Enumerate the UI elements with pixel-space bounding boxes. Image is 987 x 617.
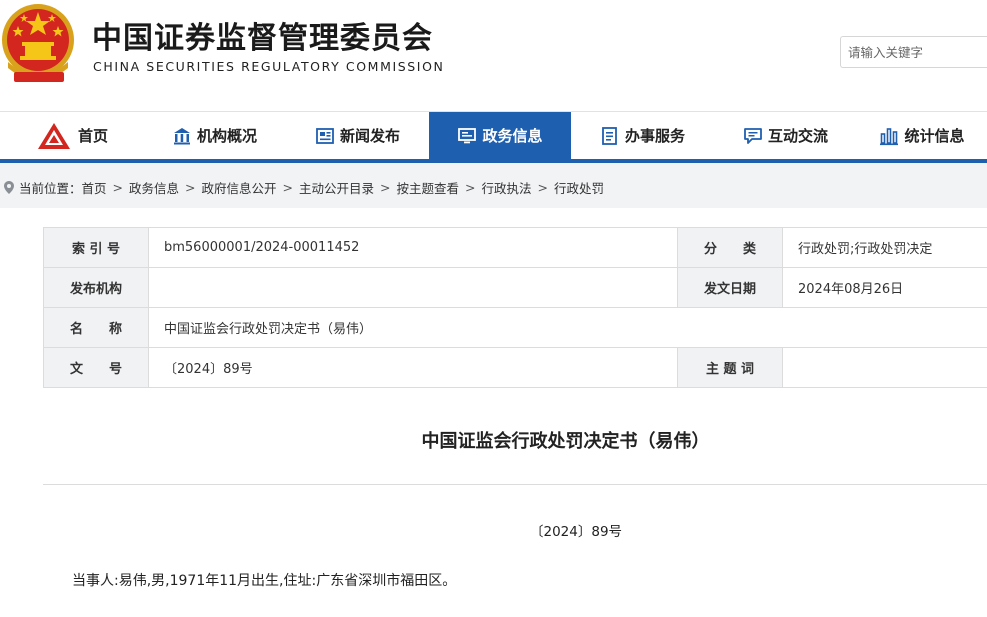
breadcrumb-separator: > xyxy=(185,180,196,195)
breadcrumb-item[interactable]: 主动公开目录 xyxy=(299,178,374,197)
csrc-logo-icon xyxy=(37,122,70,149)
nav-label: 统计信息 xyxy=(904,127,965,145)
site-header: 中国证券监督管理委员会 CHINA SECURITIES REGULATORY … xyxy=(0,0,987,112)
issuer-label: 发布机构 xyxy=(43,267,149,308)
document-number-label: 文 号 xyxy=(43,347,149,388)
nav-item-news[interactable]: 新闻发布 xyxy=(286,112,429,159)
breadcrumb-bar: 当前位置： 首页 > 政务信息 > 政府信息公开 > 主动公开目录 > 按主题查… xyxy=(0,163,987,208)
breadcrumb-separator: > xyxy=(112,180,124,195)
nav-label: 政务信息 xyxy=(482,127,543,145)
breadcrumb-separator: > xyxy=(380,180,391,195)
title-divider xyxy=(43,484,987,485)
category-value: 行政处罚;行政处罚决定 xyxy=(782,227,987,268)
nav-item-statistics[interactable]: 统计信息 xyxy=(857,112,987,159)
building-icon xyxy=(173,127,190,144)
table-row: 文 号 〔2024〕89号 主 题 词 xyxy=(43,347,987,388)
category-label: 分 类 xyxy=(677,227,783,268)
site-subtitle-en: CHINA SECURITIES REGULATORY COMMISSION xyxy=(93,59,445,74)
nav-label: 新闻发布 xyxy=(339,127,400,145)
chat-bubble-icon xyxy=(744,127,762,144)
location-pin-icon xyxy=(4,181,14,194)
nav-label: 首页 xyxy=(77,127,108,145)
issue-date-label: 发文日期 xyxy=(677,267,783,308)
table-row: 名 称 中国证监会行政处罚决定书（易伟） xyxy=(43,307,987,348)
search-box xyxy=(840,36,987,68)
table-row: 索 引 号 bm56000001/2024-00011452 分 类 行政处罚;… xyxy=(43,227,987,268)
nav-item-home[interactable]: 首页 xyxy=(0,112,143,159)
keywords-value xyxy=(782,347,987,388)
breadcrumb-separator: > xyxy=(465,180,476,195)
table-row: 发布机构 发文日期 2024年08月26日 xyxy=(43,267,987,308)
breadcrumb-label: 当前位置： xyxy=(19,181,82,196)
breadcrumb-separator: > xyxy=(282,180,294,195)
index-number-label: 索 引 号 xyxy=(43,227,149,268)
breadcrumb-item[interactable]: 按主题查看 xyxy=(397,178,460,197)
nav-item-interaction[interactable]: 互动交流 xyxy=(714,112,857,159)
document-list-icon xyxy=(602,126,617,145)
breadcrumb-item[interactable]: 行政处罚 xyxy=(554,178,604,197)
keywords-label: 主 题 词 xyxy=(677,347,783,388)
bar-chart-icon xyxy=(880,127,899,145)
national-emblem-icon xyxy=(2,4,74,82)
name-label: 名 称 xyxy=(43,307,149,348)
nav-label: 机构概况 xyxy=(196,127,257,145)
document-metadata-table: 索 引 号 bm56000001/2024-00011452 分 类 行政处罚;… xyxy=(43,227,987,388)
monitor-icon xyxy=(458,127,477,143)
breadcrumb-item[interactable]: 首页 xyxy=(82,178,107,197)
breadcrumb-item[interactable]: 政府信息公开 xyxy=(202,178,277,197)
party-paragraph: 当事人:易伟,男,1971年11月出生,住址:广东省深圳市福田区。 xyxy=(72,573,457,589)
nav-item-services[interactable]: 办事服务 xyxy=(571,112,714,159)
nav-item-about[interactable]: 机构概况 xyxy=(143,112,286,159)
document-number-value: 〔2024〕89号 xyxy=(148,347,678,388)
nav-label: 互动交流 xyxy=(767,127,828,145)
newspaper-icon xyxy=(316,127,334,144)
breadcrumb-item[interactable]: 政务信息 xyxy=(129,178,179,197)
issue-date-value: 2024年08月26日 xyxy=(782,267,987,308)
nav-label: 办事服务 xyxy=(624,127,685,145)
document-title-wrapper: 中国证监会行政处罚决定书（易伟） xyxy=(0,427,987,453)
nav-item-government-info[interactable]: 政务信息 xyxy=(429,112,571,159)
document-title: 中国证监会行政处罚决定书（易伟） xyxy=(421,431,710,452)
breadcrumb: 当前位置： 首页 > 政务信息 > 政府信息公开 > 主动公开目录 > 按主题查… xyxy=(4,178,604,197)
main-nav: 首页 机构概况 新闻发布 政务信息 办事服务 互动交流 统计信息 xyxy=(0,112,987,163)
document-number: 〔2024〕89号 xyxy=(530,524,623,540)
site-title: 中国证券监督管理委员会 xyxy=(92,21,433,56)
issuer-value xyxy=(148,267,678,308)
index-number-value: bm56000001/2024-00011452 xyxy=(148,227,678,268)
breadcrumb-item[interactable]: 行政执法 xyxy=(482,178,532,197)
breadcrumb-separator: > xyxy=(537,180,549,195)
name-value: 中国证监会行政处罚决定书（易伟） xyxy=(148,307,987,348)
search-input[interactable] xyxy=(841,37,987,67)
